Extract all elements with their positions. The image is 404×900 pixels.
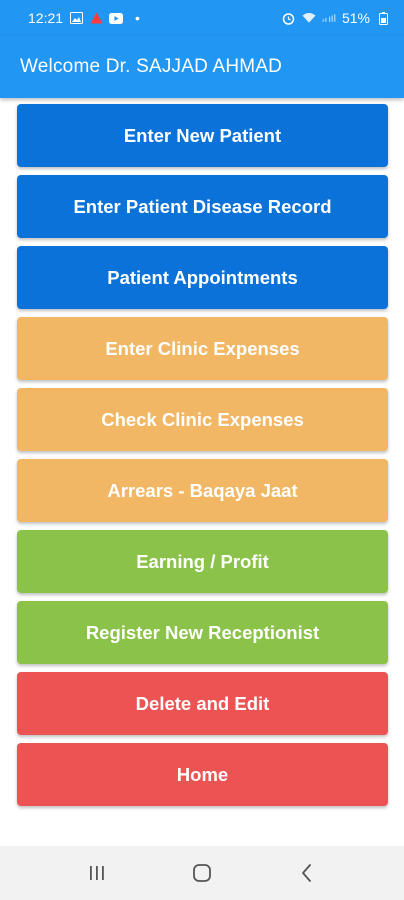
- alarm-icon: [282, 11, 296, 25]
- status-bar: 12:21 • 51%: [0, 0, 404, 36]
- delete-and-edit-button[interactable]: Delete and Edit: [17, 672, 388, 735]
- enter-clinic-expenses-button[interactable]: Enter Clinic Expenses: [17, 317, 388, 380]
- check-clinic-expenses-button[interactable]: Check Clinic Expenses: [17, 388, 388, 451]
- status-bar-left: 12:21 •: [28, 10, 140, 26]
- battery-icon: [376, 11, 390, 25]
- system-nav-bar: [0, 846, 404, 900]
- home-icon: [193, 864, 211, 882]
- recent-apps-icon: [89, 866, 104, 880]
- recent-apps-button[interactable]: [77, 853, 117, 893]
- status-time: 12:21: [28, 10, 64, 26]
- system-home-button[interactable]: [182, 853, 222, 893]
- back-button[interactable]: [287, 853, 327, 893]
- earning-profit-button[interactable]: Earning / Profit: [17, 530, 388, 593]
- menu-buttons: Enter New Patient Enter Patient Disease …: [17, 104, 388, 806]
- enter-new-patient-button[interactable]: Enter New Patient: [17, 104, 388, 167]
- register-new-receptionist-button[interactable]: Register New Receptionist: [17, 601, 388, 664]
- warning-icon: [89, 11, 103, 25]
- arrears-button[interactable]: Arrears - Baqaya Jaat: [17, 459, 388, 522]
- notification-dot-icon: •: [135, 10, 140, 26]
- app-bar: Welcome Dr. SAJJAD AHMAD: [0, 36, 404, 98]
- patient-appointments-button[interactable]: Patient Appointments: [17, 246, 388, 309]
- wifi-icon: [302, 11, 316, 25]
- app-title: Welcome Dr. SAJJAD AHMAD: [20, 56, 283, 77]
- back-icon: [302, 864, 312, 882]
- image-icon: [69, 11, 83, 25]
- home-button[interactable]: Home: [17, 743, 388, 806]
- enter-patient-disease-record-button[interactable]: Enter Patient Disease Record: [17, 175, 388, 238]
- signal-icon: [322, 11, 336, 25]
- youtube-icon: [109, 11, 124, 25]
- status-bar-right: 51%: [282, 10, 390, 26]
- battery-percent: 51%: [341, 10, 370, 26]
